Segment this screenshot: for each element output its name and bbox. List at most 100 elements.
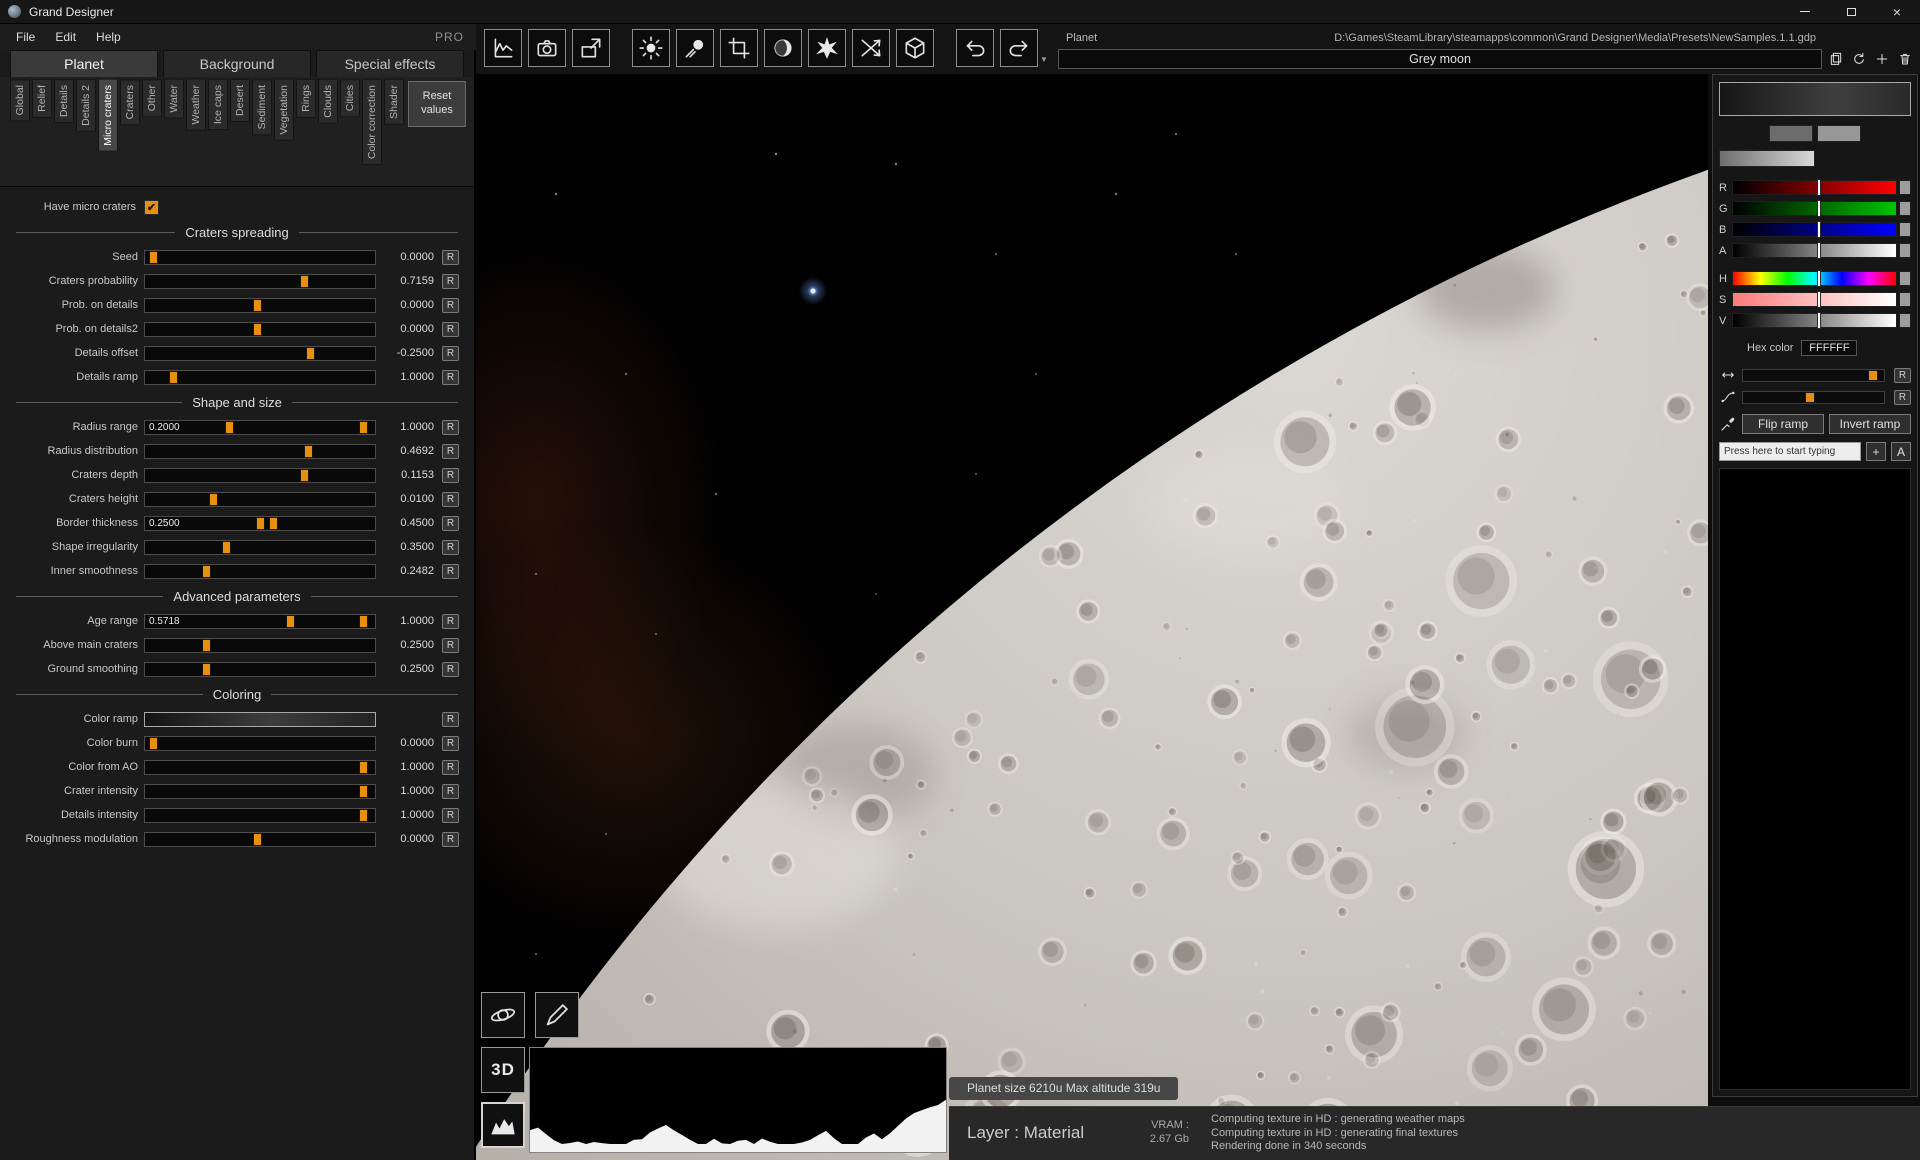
- vtab-shader[interactable]: Shader: [384, 79, 404, 125]
- slider-value[interactable]: 1.0000: [382, 421, 438, 433]
- slider-handle[interactable]: [253, 323, 262, 336]
- preset-list[interactable]: [1719, 468, 1911, 1090]
- slider-value[interactable]: 0.4500: [382, 517, 438, 529]
- row-reset-button[interactable]: R: [442, 662, 459, 677]
- slider-track[interactable]: [144, 444, 376, 459]
- tab-background[interactable]: Background: [163, 50, 311, 77]
- channel-bar[interactable]: [1732, 243, 1897, 258]
- color-swatch-secondary[interactable]: [1817, 125, 1861, 142]
- slider-track[interactable]: 0.2500: [144, 516, 376, 531]
- vtab-micro-craters[interactable]: Micro craters: [98, 79, 118, 152]
- channel-bar[interactable]: [1732, 180, 1897, 195]
- tool-comet-button[interactable]: [676, 29, 714, 67]
- slider-handle[interactable]: [300, 275, 309, 288]
- slider-value[interactable]: 1.0000: [382, 761, 438, 773]
- slider-handle[interactable]: [149, 737, 158, 750]
- slider-handle[interactable]: [304, 445, 313, 458]
- slider-handle[interactable]: [202, 663, 211, 676]
- tab-planet[interactable]: Planet: [10, 50, 158, 77]
- menu-file[interactable]: File: [6, 26, 45, 48]
- flip-ramp-button[interactable]: Flip ramp: [1742, 414, 1824, 434]
- vtab-global[interactable]: Global: [10, 79, 30, 121]
- row-reset-button[interactable]: R: [442, 250, 459, 265]
- view-3d-button[interactable]: 3D: [481, 1047, 525, 1093]
- row-reset-button[interactable]: R: [442, 784, 459, 799]
- row-reset-button[interactable]: R: [442, 808, 459, 823]
- tool-camera-button[interactable]: [528, 29, 566, 67]
- row-reset-button[interactable]: R: [442, 370, 459, 385]
- row-reset-button[interactable]: R: [442, 274, 459, 289]
- channel-endcap[interactable]: [1899, 201, 1911, 216]
- row-reset-button[interactable]: R: [442, 516, 459, 531]
- slider-track[interactable]: [144, 638, 376, 653]
- vtab-weather[interactable]: Weather: [186, 79, 206, 131]
- vtab-craters[interactable]: Craters: [120, 79, 140, 125]
- slider-handle[interactable]: [359, 785, 368, 798]
- slider-track[interactable]: [144, 322, 376, 337]
- slider-track[interactable]: [144, 808, 376, 823]
- alpha-button[interactable]: A: [1891, 442, 1911, 461]
- slider-value[interactable]: 0.0000: [382, 737, 438, 749]
- slider-handle[interactable]: [359, 809, 368, 822]
- vtab-details[interactable]: Details: [54, 79, 74, 123]
- channel-marker[interactable]: [1818, 292, 1820, 307]
- slider-value[interactable]: 0.0000: [382, 833, 438, 845]
- slider-handle[interactable]: [169, 371, 178, 384]
- preset-name-field[interactable]: Grey moon: [1058, 49, 1822, 69]
- slider-value[interactable]: 1.0000: [382, 785, 438, 797]
- row-reset-button[interactable]: R: [442, 468, 459, 483]
- row-reset-button[interactable]: R: [442, 760, 459, 775]
- paint-tool-button[interactable]: [535, 992, 579, 1038]
- minimize-button[interactable]: [1782, 0, 1828, 23]
- menu-help[interactable]: Help: [86, 26, 131, 48]
- slider-track[interactable]: [144, 492, 376, 507]
- channel-marker[interactable]: [1818, 222, 1820, 237]
- slider-value[interactable]: 1.0000: [382, 615, 438, 627]
- slider-value[interactable]: 0.2500: [382, 639, 438, 651]
- color-ramp-preview[interactable]: [144, 712, 376, 727]
- slider-handle[interactable]: [222, 541, 231, 554]
- ramp-slider-track[interactable]: [1742, 391, 1885, 404]
- slider-value[interactable]: 0.2500: [382, 663, 438, 675]
- ramp-preview[interactable]: [1719, 82, 1911, 116]
- slider-track[interactable]: [144, 346, 376, 361]
- slider-track[interactable]: [144, 564, 376, 579]
- row-reset-button[interactable]: R: [442, 832, 459, 847]
- preset-search-input[interactable]: Press here to start typing: [1719, 442, 1861, 461]
- color-swatch-primary[interactable]: [1769, 125, 1813, 142]
- tool-cube-button[interactable]: [896, 29, 934, 67]
- tool-redo-button[interactable]: [1000, 29, 1038, 67]
- vtab-clouds[interactable]: Clouds: [318, 79, 338, 124]
- slider-handle[interactable]: [359, 421, 368, 434]
- row-reset-button[interactable]: R: [442, 638, 459, 653]
- tool-undo-button[interactable]: [956, 29, 994, 67]
- slider-handle[interactable]: [202, 565, 211, 578]
- vtab-vegetation[interactable]: Vegetation: [274, 79, 294, 141]
- vtab-ice-caps[interactable]: Ice caps: [208, 79, 228, 130]
- slider-value[interactable]: 0.0000: [382, 299, 438, 311]
- vtab-other[interactable]: Other: [142, 79, 162, 117]
- refresh-preset-button[interactable]: [1849, 49, 1868, 68]
- slider-handle[interactable]: [359, 615, 368, 628]
- slider-handle[interactable]: [209, 493, 218, 506]
- slider-handle[interactable]: [359, 761, 368, 774]
- invert-ramp-button[interactable]: Invert ramp: [1829, 414, 1911, 434]
- slider-track[interactable]: [144, 662, 376, 677]
- row-reset-button[interactable]: R: [442, 444, 459, 459]
- row-reset-button[interactable]: R: [442, 298, 459, 313]
- tool-profile-button[interactable]: [484, 29, 522, 67]
- row-reset-button[interactable]: R: [442, 346, 459, 361]
- slider-value[interactable]: 0.2482: [382, 565, 438, 577]
- row-reset-button[interactable]: R: [1894, 368, 1911, 383]
- reset-values-button[interactable]: Reset values: [408, 81, 466, 127]
- vtab-cities[interactable]: Cities: [340, 79, 360, 117]
- vtab-desert[interactable]: Desert: [230, 79, 250, 122]
- maximize-button[interactable]: [1828, 0, 1874, 23]
- channel-bar[interactable]: [1732, 292, 1897, 307]
- preset-dropdown-button[interactable]: ▼: [1036, 51, 1052, 67]
- slider-handle[interactable]: [306, 347, 315, 360]
- tool-sun-button[interactable]: [632, 29, 670, 67]
- vtab-details-2[interactable]: Details 2: [76, 79, 96, 132]
- menu-edit[interactable]: Edit: [45, 26, 86, 48]
- ramp-slider-handle[interactable]: [1805, 392, 1815, 403]
